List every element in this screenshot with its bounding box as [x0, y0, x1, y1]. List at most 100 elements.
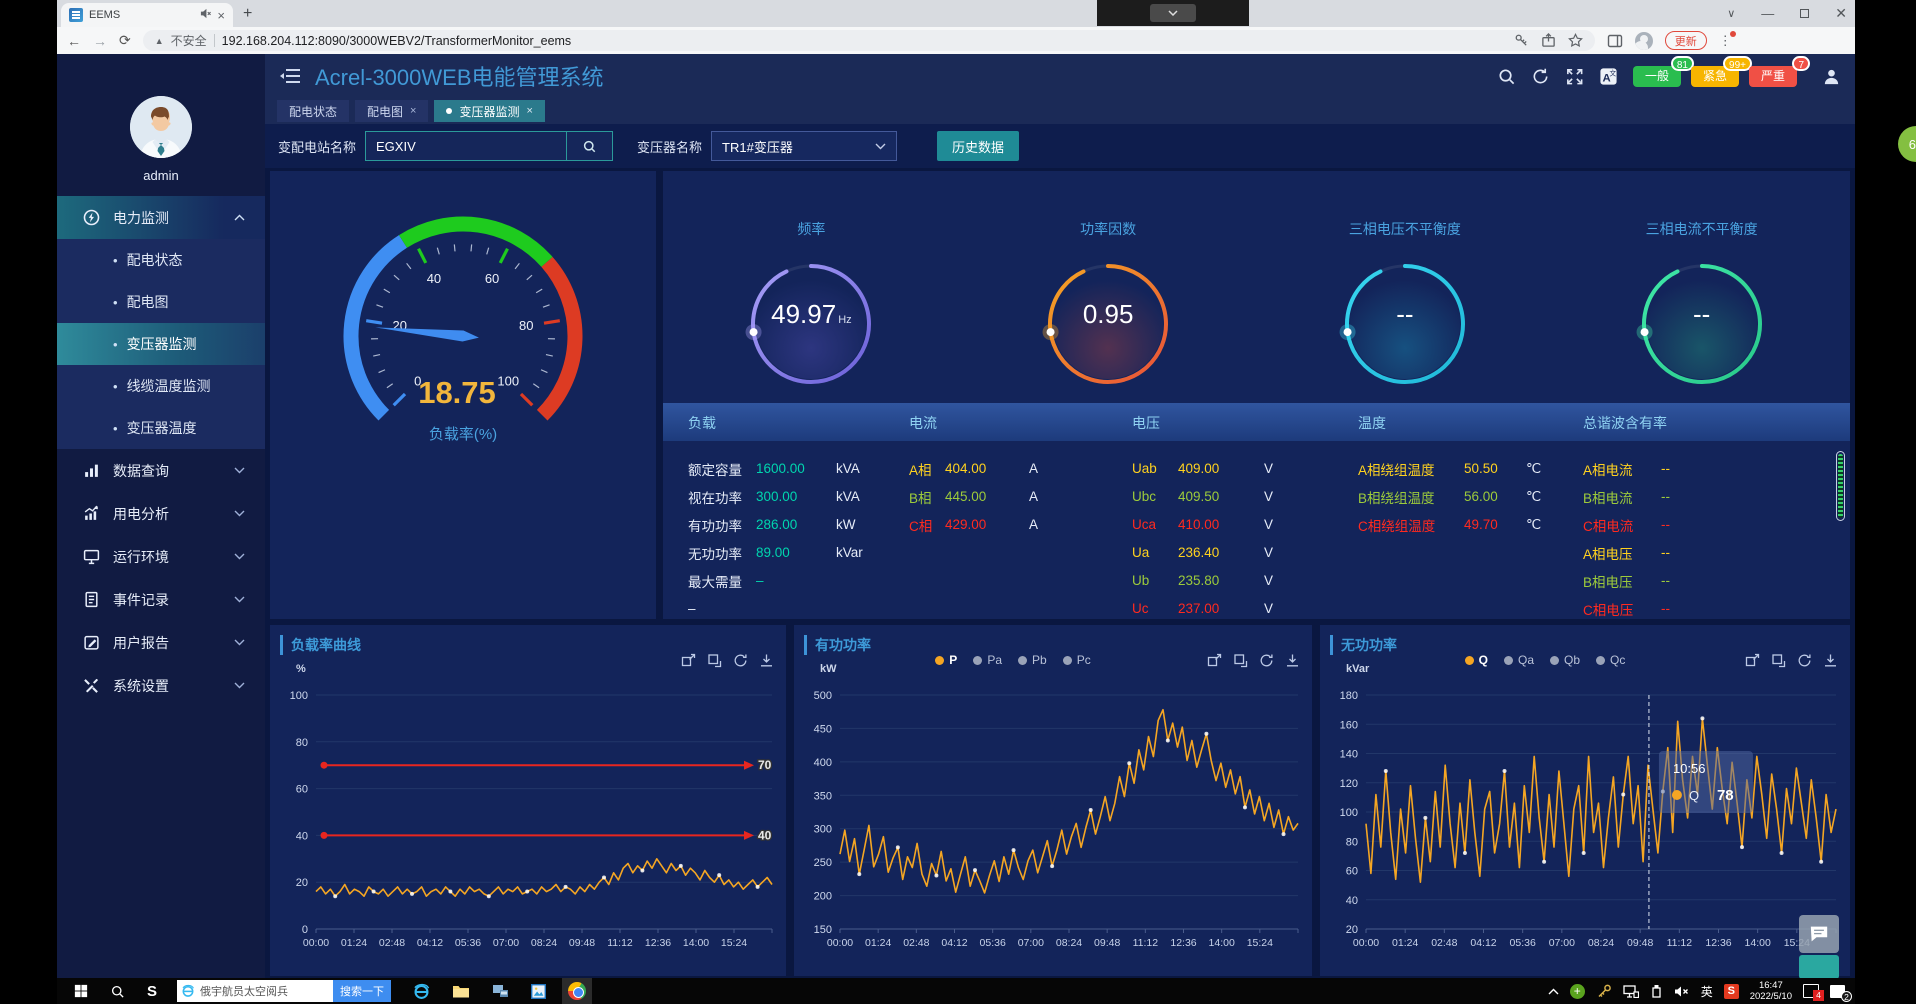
tray-antivirus-icon[interactable]: +	[1570, 984, 1585, 999]
gauge-needle	[375, 327, 479, 341]
sidebar-item-transformer-monitoring[interactable]: 变压器监测	[57, 323, 265, 365]
tray-sogou-icon[interactable]: S	[1724, 984, 1739, 999]
hamburger-menu-icon[interactable]	[279, 67, 301, 85]
sidebar-item-event-log[interactable]: 事件记录	[57, 578, 265, 621]
toolbox-refresh-icon[interactable]	[1797, 653, 1812, 668]
file-explorer-icon[interactable]	[452, 984, 470, 999]
toolbox-download-icon[interactable]	[1285, 653, 1300, 668]
window-minimize-button[interactable]: —	[1761, 6, 1774, 21]
legend-item-Pc[interactable]: Pc	[1063, 653, 1091, 667]
toolbox-zoom-icon[interactable]	[1207, 653, 1222, 668]
alarm-badge-general[interactable]: 一般81	[1633, 66, 1681, 87]
share-icon[interactable]	[1541, 33, 1556, 48]
photos-app-icon[interactable]	[531, 984, 546, 999]
address-bar[interactable]: ▲ 不安全 192.168.204.112:8090/3000WEBV2/Tra…	[143, 30, 1595, 51]
sidebar-item-data-query[interactable]: 数据查询	[57, 449, 265, 492]
toolbox-zoom-icon[interactable]	[681, 653, 696, 668]
window-close-button[interactable]: ✕	[1835, 5, 1847, 22]
scrollbar-thumb[interactable]	[1838, 454, 1843, 518]
fullscreen-icon[interactable]	[1565, 67, 1584, 86]
legend-item-Qc[interactable]: Qc	[1596, 653, 1625, 667]
taskbar-search-icon[interactable]	[110, 984, 125, 999]
alarm-badge-urgent[interactable]: 紧急99+	[1691, 66, 1739, 87]
tray-network-icon[interactable]	[1623, 985, 1639, 998]
chrome-taskbar-icon[interactable]	[562, 978, 592, 1004]
sidebar-item-cable-temperature-monitoring[interactable]: 线缆温度监测	[57, 365, 265, 407]
tray-keys-icon[interactable]	[1596, 984, 1612, 998]
sidebar-item-system-settings[interactable]: 系统设置	[57, 664, 265, 707]
legend-item-Qa[interactable]: Qa	[1504, 653, 1534, 667]
sidebar-item-user-report[interactable]: 用户报告	[57, 621, 265, 664]
browser-tab[interactable]: EEMS ×	[61, 3, 233, 27]
toolbox-restore-icon[interactable]	[1771, 653, 1786, 668]
browser-profile-avatar[interactable]	[1635, 32, 1653, 50]
sidebar-item-transformer-temperature[interactable]: 变压器温度	[57, 407, 265, 449]
tray-usb-icon[interactable]	[1650, 984, 1663, 998]
start-button[interactable]	[74, 984, 88, 998]
chat-float-button[interactable]	[1799, 915, 1839, 953]
toolbox-restore-icon[interactable]	[1233, 653, 1248, 668]
avatar[interactable]	[130, 96, 192, 158]
toolbox-download-icon[interactable]	[759, 653, 774, 668]
legend-item-Q[interactable]: Q	[1465, 653, 1488, 667]
tab-close-icon[interactable]: ×	[217, 8, 225, 23]
sidebar-panel-icon[interactable]	[1607, 33, 1623, 49]
toolbox-refresh-icon[interactable]	[733, 653, 748, 668]
ie-taskbar-icon[interactable]	[413, 983, 430, 1000]
legend-item-Pa[interactable]: Pa	[973, 653, 1002, 667]
legend-item-P[interactable]: P	[935, 653, 957, 667]
tray-notifications-icon[interactable]: 4	[1803, 984, 1819, 998]
reload-icon[interactable]: ⟳	[119, 32, 131, 49]
sidebar-item-runtime-environment[interactable]: 运行环境	[57, 535, 265, 578]
window-maximize-button[interactable]	[1800, 9, 1809, 18]
chrome-update-button[interactable]: 更新	[1665, 31, 1707, 50]
tab-distribution-diagram[interactable]: 配电图×	[355, 100, 428, 122]
edge-float-badge[interactable]: 68	[1898, 126, 1916, 162]
history-data-button[interactable]: 历史数据	[937, 131, 1019, 161]
toolbox-download-icon[interactable]	[1823, 653, 1838, 668]
table-scrollbar[interactable]	[1836, 451, 1845, 521]
sidebar-item-power-analysis[interactable]: 用电分析	[57, 492, 265, 535]
tray-volume-muted-icon[interactable]	[1674, 985, 1690, 998]
password-key-icon[interactable]	[1514, 33, 1529, 48]
back-icon[interactable]: ←	[67, 33, 81, 49]
sidebar-item-distribution-diagram[interactable]: 配电图	[57, 281, 265, 323]
station-search-button[interactable]	[567, 131, 613, 161]
action-center-icon[interactable]: 2	[1830, 985, 1845, 998]
tray-chevron-up-icon[interactable]	[1548, 988, 1559, 995]
new-tab-button[interactable]: +	[243, 5, 252, 23]
tab-distribution-status[interactable]: 配电状态	[277, 100, 349, 122]
toolbox-restore-icon[interactable]	[707, 653, 722, 668]
legend-item-Qb[interactable]: Qb	[1550, 653, 1580, 667]
tray-language-indicator[interactable]: 英	[1701, 983, 1713, 1000]
alarm-badge-severe[interactable]: 严重7	[1749, 66, 1797, 87]
tray-clock[interactable]: 16:47 2022/5/10	[1750, 980, 1792, 1002]
y-tick-label: 60	[1346, 866, 1358, 878]
tab-search-chevron-icon[interactable]: ∨	[1727, 7, 1735, 20]
search-icon[interactable]	[1497, 67, 1516, 86]
translate-icon[interactable]: A文	[1599, 67, 1618, 86]
sidebar-item-power-monitoring[interactable]: 电力监测	[57, 196, 265, 239]
taskbar-search-box[interactable]: 俄宇航员太空阅兵 搜索一下	[177, 980, 391, 1002]
tab-close-icon[interactable]: ×	[526, 105, 532, 117]
x-tick-label: 14:00	[1209, 937, 1235, 949]
toolbar-float-button[interactable]	[1799, 955, 1839, 978]
station-search-input[interactable]	[365, 131, 567, 161]
forward-icon[interactable]: →	[93, 33, 107, 49]
sogou-icon[interactable]: S	[147, 983, 157, 1000]
toolbox-refresh-icon[interactable]	[1259, 653, 1274, 668]
browser-menu-icon[interactable]: ⋮	[1719, 33, 1733, 49]
recorder-chevron-button[interactable]	[1150, 4, 1196, 22]
tab-close-icon[interactable]: ×	[410, 105, 416, 117]
transformer-select[interactable]: TR1#变压器	[711, 131, 897, 161]
legend-item-Pb[interactable]: Pb	[1018, 653, 1047, 667]
tab-mute-icon[interactable]	[200, 8, 211, 22]
devices-icon[interactable]	[492, 984, 509, 998]
header-user-icon[interactable]	[1822, 67, 1841, 86]
tab-transformer-monitoring[interactable]: 变压器监测×	[434, 100, 544, 122]
sidebar-item-distribution-status[interactable]: 配电状态	[57, 239, 265, 281]
refresh-icon[interactable]	[1531, 67, 1550, 86]
taskbar-search-go-button[interactable]: 搜索一下	[333, 980, 391, 1002]
bookmark-star-icon[interactable]	[1568, 33, 1583, 48]
toolbox-zoom-icon[interactable]	[1745, 653, 1760, 668]
